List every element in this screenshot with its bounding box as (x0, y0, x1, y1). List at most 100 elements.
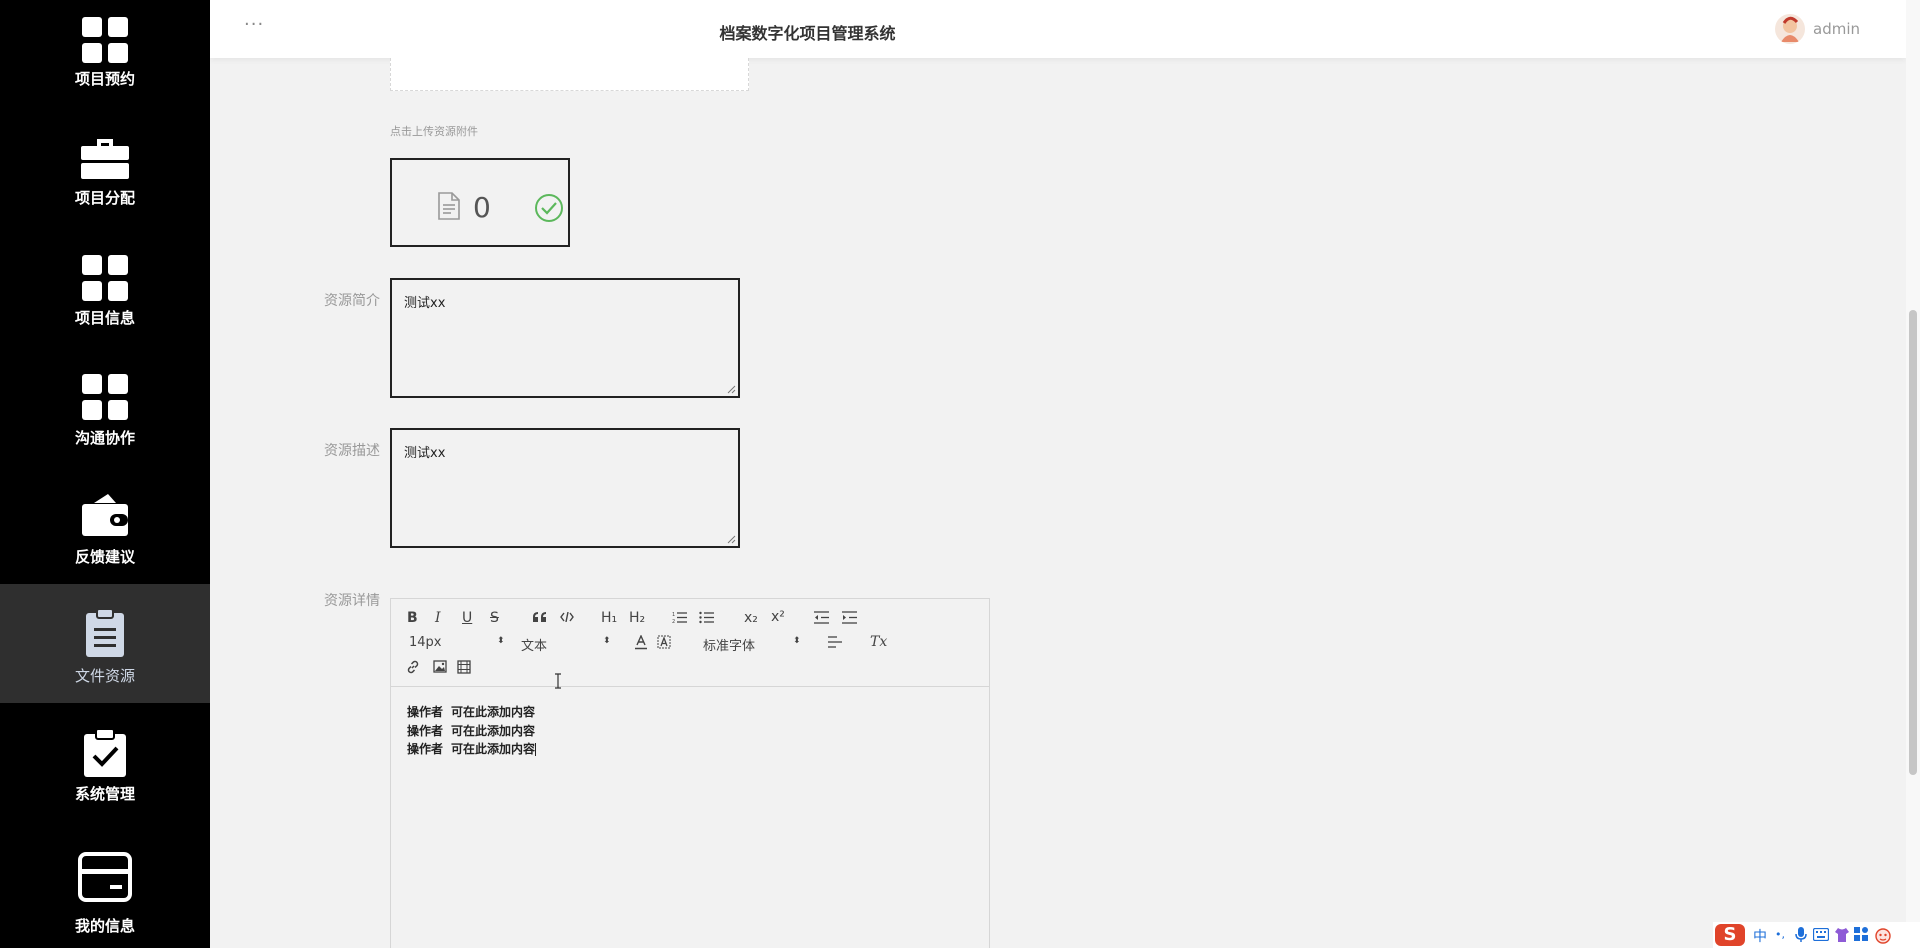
content-line: 操作者 可在此添加内容 (407, 722, 536, 741)
heading-1-button[interactable]: H₁ (601, 610, 617, 626)
bullet-list-button[interactable] (699, 611, 714, 624)
rich-text-editor: B I U S H₁ H₂ 1 2 x₂ x² 14px ⬍ 文本 ⬍ 标准字体… (390, 598, 990, 948)
page-title: 档案数字化项目管理系统 (719, 24, 896, 43)
grid-icon (82, 374, 128, 420)
ime-language-toggle[interactable]: 中 (1753, 926, 1767, 946)
grid-icon (82, 17, 128, 63)
font-family-select[interactable]: 标准字体 ⬍ (703, 635, 803, 654)
link-icon (407, 660, 419, 674)
sidebar-item-label: 系统管理 (74, 785, 135, 803)
content-text: 可在此添加内容 (451, 742, 536, 756)
image-button[interactable] (433, 660, 447, 673)
briefcase-icon (81, 139, 129, 179)
mascot-icon[interactable] (1874, 926, 1892, 944)
content-user: 操作者 (407, 723, 444, 738)
description-value: 测试xx (404, 446, 446, 461)
sidebar-item-label: 项目信息 (74, 309, 135, 327)
keyboard-icon[interactable] (1813, 928, 1829, 941)
sidebar-item-file-resources[interactable]: 文件资源 (0, 584, 210, 703)
sidebar-item-project-info[interactable]: 项目信息 (0, 238, 210, 357)
sidebar-item-label: 沟通协作 (74, 429, 135, 447)
description-textarea[interactable]: 测试xx (390, 428, 740, 548)
font-size-value: 14px (409, 635, 442, 650)
video-button[interactable] (457, 660, 471, 674)
avatar[interactable] (1775, 14, 1805, 44)
sidebar-item-feedback[interactable]: 反馈建议 (0, 476, 210, 595)
microphone-icon[interactable] (1795, 927, 1807, 943)
details-label: 资源详情 (324, 593, 380, 609)
editor-toolbar: B I U S H₁ H₂ 1 2 x₂ x² 14px ⬍ 文本 ⬍ 标准字体… (391, 599, 989, 687)
highlight-icon (657, 635, 671, 649)
underline-button[interactable]: U (462, 610, 472, 626)
check-circle-icon (535, 194, 563, 222)
svg-text:1: 1 (672, 612, 675, 618)
scrollbar-thumb[interactable] (1909, 310, 1917, 775)
font-color-button[interactable] (634, 635, 648, 650)
select-arrows-icon: ⬍ (603, 636, 611, 646)
code-block-button[interactable] (560, 612, 574, 622)
sidebar-item-project-booking[interactable]: 项目预约 (0, 0, 210, 100)
sidebar: 项目预约 项目分配 项目信息 沟通协作 反馈建议 文件资源 系统管理 我的信息 (0, 0, 210, 948)
text-cursor-icon (555, 673, 561, 689)
upload-hint: 点击上传资源附件 (390, 125, 478, 138)
content-line: 操作者 可在此添加内容 (407, 740, 537, 759)
sidebar-item-project-assign[interactable]: 项目分配 (0, 119, 210, 238)
bold-button[interactable]: B (407, 610, 418, 626)
bullet-list-icon (699, 611, 714, 624)
resize-handle-icon[interactable] (727, 535, 736, 544)
sidebar-item-label: 我的信息 (74, 917, 135, 935)
card-icon (78, 852, 132, 902)
text-caret (535, 743, 537, 756)
resource-form: 点击上传资源附件 0 资源简介 测试xx 资源描述 测试xx 资源详情 B I … (210, 58, 1906, 948)
editor-content[interactable]: 操作者 可在此添加内容 操作者 可在此添加内容 操作者 可在此添加内容 (407, 703, 537, 759)
content-text: 可在此添加内容 (451, 723, 536, 738)
ime-logo-icon[interactable]: S (1715, 924, 1745, 946)
heading-2-button[interactable]: H₂ (629, 610, 645, 626)
outdent-icon (814, 611, 829, 624)
code-icon (560, 612, 574, 622)
link-button[interactable] (406, 660, 420, 674)
ordered-list-button[interactable]: 1 2 (672, 611, 687, 624)
indent-icon (842, 611, 857, 624)
attachment-upload-area[interactable]: 0 (390, 158, 570, 247)
sidebar-item-label: 项目分配 (74, 189, 135, 207)
grid-icon (82, 255, 128, 301)
ime-punctuation-toggle[interactable]: •, (1775, 928, 1785, 941)
previous-field-box[interactable] (390, 58, 749, 91)
clipboard-check-icon (84, 728, 126, 777)
font-family-value: 标准字体 (703, 639, 756, 654)
strike-button[interactable]: S (490, 610, 499, 626)
sidebar-item-label: 反馈建议 (74, 548, 135, 566)
image-icon (433, 660, 447, 673)
superscript-button[interactable]: x² (771, 609, 785, 625)
page-scrollbar[interactable] (1906, 0, 1920, 948)
background-color-button[interactable] (657, 635, 671, 650)
align-button[interactable] (828, 636, 842, 648)
font-size-select[interactable]: 14px ⬍ (409, 635, 505, 650)
video-icon (457, 660, 471, 674)
content-line: 操作者 可在此添加内容 (407, 703, 536, 722)
description-label: 资源描述 (324, 443, 380, 459)
font-color-icon (635, 635, 647, 650)
outdent-button[interactable] (814, 611, 829, 624)
skin-shirt-icon[interactable] (1834, 927, 1850, 943)
ordered-list-icon: 1 2 (672, 612, 687, 624)
resize-handle-icon[interactable] (727, 385, 736, 394)
ime-toolbar: S 中 •, (1713, 922, 1920, 948)
toolbox-icon[interactable] (1854, 927, 1869, 942)
sidebar-item-my-info[interactable]: 我的信息 (0, 838, 210, 948)
clipboard-icon (86, 608, 124, 657)
username-label[interactable]: admin (1813, 20, 1860, 38)
sidebar-item-system-management[interactable]: 系统管理 (0, 713, 210, 832)
indent-button[interactable] (842, 611, 857, 624)
intro-label: 资源简介 (324, 293, 380, 309)
content-text: 可在此添加内容 (451, 705, 536, 719)
intro-textarea[interactable]: 测试xx (390, 278, 740, 398)
blockquote-button[interactable] (532, 611, 547, 623)
clear-format-button[interactable]: Tx (870, 634, 887, 650)
block-format-select[interactable]: 文本 ⬍ (521, 635, 611, 654)
align-left-icon (828, 636, 842, 648)
subscript-button[interactable]: x₂ (744, 610, 758, 626)
sidebar-item-communication[interactable]: 沟通协作 (0, 357, 210, 476)
italic-button[interactable]: I (435, 610, 441, 626)
